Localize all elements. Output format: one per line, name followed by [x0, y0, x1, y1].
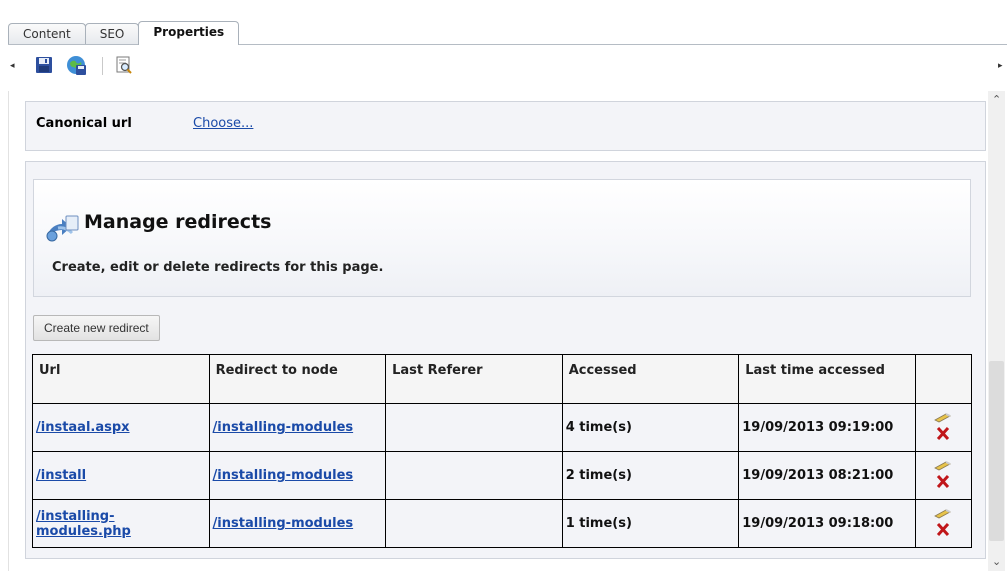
- edit-icon[interactable]: [934, 460, 952, 471]
- manage-redirects-subtitle: Create, edit or delete redirects for thi…: [52, 260, 384, 275]
- toolbar-scroll-right-icon[interactable]: ▸: [998, 61, 1003, 71]
- url-link[interactable]: /instaal.aspx: [36, 420, 130, 435]
- redirect-icon: [46, 215, 79, 242]
- toolbar-scroll-left-icon[interactable]: ◂: [10, 61, 15, 71]
- redirects-table: Url Redirect to node Last Referer Access…: [32, 354, 973, 548]
- toolbar: ◂ ▸: [0, 45, 1007, 91]
- manage-redirects-title: Manage redirects: [84, 211, 272, 233]
- canonical-url-choose-link[interactable]: Choose...: [193, 116, 253, 131]
- properties-scroll-area[interactable]: Canonical url Choose... Manage redirects…: [8, 91, 1005, 571]
- column-header-url: Url: [32, 354, 210, 404]
- node-cell: /installing-modules: [208, 499, 387, 548]
- url-cell: /install: [32, 451, 210, 500]
- save-icon: [36, 57, 52, 73]
- referer-cell: [385, 499, 563, 548]
- last-accessed-cell: 19/09/2013 09:19:00: [738, 403, 916, 452]
- tab-properties[interactable]: Properties: [138, 21, 240, 45]
- last-accessed-cell: 19/09/2013 09:18:00: [738, 499, 916, 548]
- actions-cell: [914, 403, 973, 452]
- accessed-cell: 4 time(s): [561, 403, 740, 452]
- column-header-last-time-accessed: Last time accessed: [738, 354, 916, 404]
- edit-icon[interactable]: [934, 412, 952, 423]
- canonical-url-label: Canonical url: [36, 116, 132, 131]
- column-header-actions: [914, 354, 973, 404]
- accessed-cell: 1 time(s): [561, 499, 740, 548]
- table-row: /instaal.aspx /installing-modules 4 time…: [32, 403, 973, 452]
- delete-icon[interactable]: [936, 522, 950, 536]
- column-header-accessed: Accessed: [561, 354, 740, 404]
- node-cell: /installing-modules: [208, 403, 387, 452]
- table-row: /install /installing-modules 2 time(s) 1…: [32, 451, 973, 500]
- delete-icon[interactable]: [936, 474, 950, 488]
- create-new-redirect-button[interactable]: Create new redirect: [33, 315, 160, 341]
- referer-cell: [385, 403, 563, 452]
- vertical-scrollbar[interactable]: ⌃ ⌄: [988, 91, 1005, 571]
- scroll-up-icon[interactable]: ⌃: [992, 93, 1001, 106]
- node-link[interactable]: /installing-modules: [213, 516, 354, 531]
- last-accessed-cell: 19/09/2013 08:21:00: [738, 451, 916, 500]
- actions-cell: [914, 499, 973, 548]
- scrollbar-thumb[interactable]: [989, 361, 1004, 541]
- url-cell: /instaal.aspx: [32, 403, 210, 452]
- node-cell: /installing-modules: [208, 451, 387, 500]
- edit-icon[interactable]: [934, 508, 952, 519]
- tab-seo[interactable]: SEO: [84, 23, 140, 45]
- manage-redirects-panel: Manage redirects Create, edit or delete …: [25, 161, 986, 559]
- url-link[interactable]: /install: [36, 468, 86, 483]
- scroll-down-icon[interactable]: ⌄: [992, 555, 1001, 568]
- save-button[interactable]: [33, 54, 55, 76]
- toolbar-separator: [102, 57, 103, 75]
- column-header-redirect-to-node: Redirect to node: [208, 354, 387, 404]
- node-link[interactable]: /installing-modules: [213, 420, 354, 435]
- accessed-cell: 2 time(s): [561, 451, 740, 500]
- url-cell: /installing-modules.php: [32, 499, 210, 548]
- delete-icon[interactable]: [936, 426, 950, 440]
- node-link[interactable]: /installing-modules: [213, 468, 354, 483]
- preview-icon: [116, 56, 132, 74]
- column-header-last-referer: Last Referer: [385, 354, 563, 404]
- table-row: /installing-modules.php /installing-modu…: [32, 499, 973, 548]
- redirects-header: Manage redirects Create, edit or delete …: [33, 179, 971, 297]
- preview-button[interactable]: [113, 54, 135, 76]
- referer-cell: [385, 451, 563, 500]
- tab-strip: Content SEO Properties: [8, 21, 240, 45]
- tab-content[interactable]: Content: [8, 23, 86, 45]
- save-and-publish-button[interactable]: [65, 54, 87, 76]
- table-header-row: Url Redirect to node Last Referer Access…: [32, 354, 973, 404]
- url-link[interactable]: /installing-modules.php: [36, 509, 131, 539]
- save-publish-icon: [67, 56, 86, 75]
- canonical-url-panel: Canonical url Choose...: [25, 101, 986, 151]
- actions-cell: [914, 451, 973, 500]
